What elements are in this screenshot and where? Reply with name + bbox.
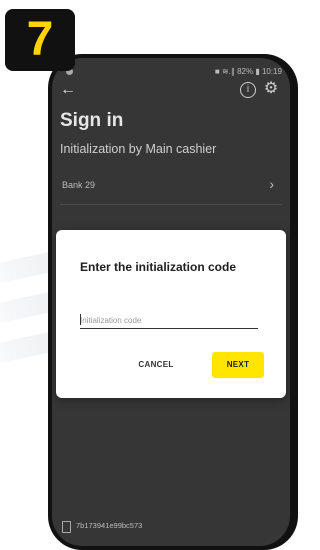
text-cursor — [80, 314, 81, 325]
chevron-right-icon: › — [269, 176, 274, 192]
step-number: 7 — [26, 13, 54, 66]
gear-icon[interactable]: ⚙ — [262, 80, 280, 98]
phone-device-icon — [62, 521, 71, 533]
divider — [60, 204, 282, 205]
initialization-code-dialog: Enter the initialization code CANCEL NEX… — [56, 230, 286, 398]
bank-label: Bank 29 — [62, 180, 96, 190]
status-bar-right: ■ ≋.∥ 82% ▮ 10:19 — [214, 67, 282, 76]
back-arrow-icon[interactable]: ← — [60, 80, 80, 100]
bank-selector[interactable]: Bank 29 › — [52, 172, 290, 200]
device-id: 7b173941e99bc573 — [76, 521, 143, 530]
initialization-code-input[interactable] — [80, 312, 258, 329]
toolbar: ← i ⚙ — [52, 80, 290, 102]
dialog-title: Enter the initialization code — [80, 260, 237, 274]
app-screen: ■ ≋.∥ 82% ▮ 10:19 ← i ⚙ Sign in Initiali… — [52, 58, 290, 546]
page-title: Sign in — [60, 110, 124, 131]
cancel-button[interactable]: CANCEL — [130, 354, 182, 376]
page-subtitle: Initialization by Main cashier — [60, 142, 217, 156]
info-icon[interactable]: i — [240, 82, 256, 98]
step-badge: 7 — [5, 9, 75, 71]
next-button[interactable]: NEXT — [212, 352, 264, 378]
